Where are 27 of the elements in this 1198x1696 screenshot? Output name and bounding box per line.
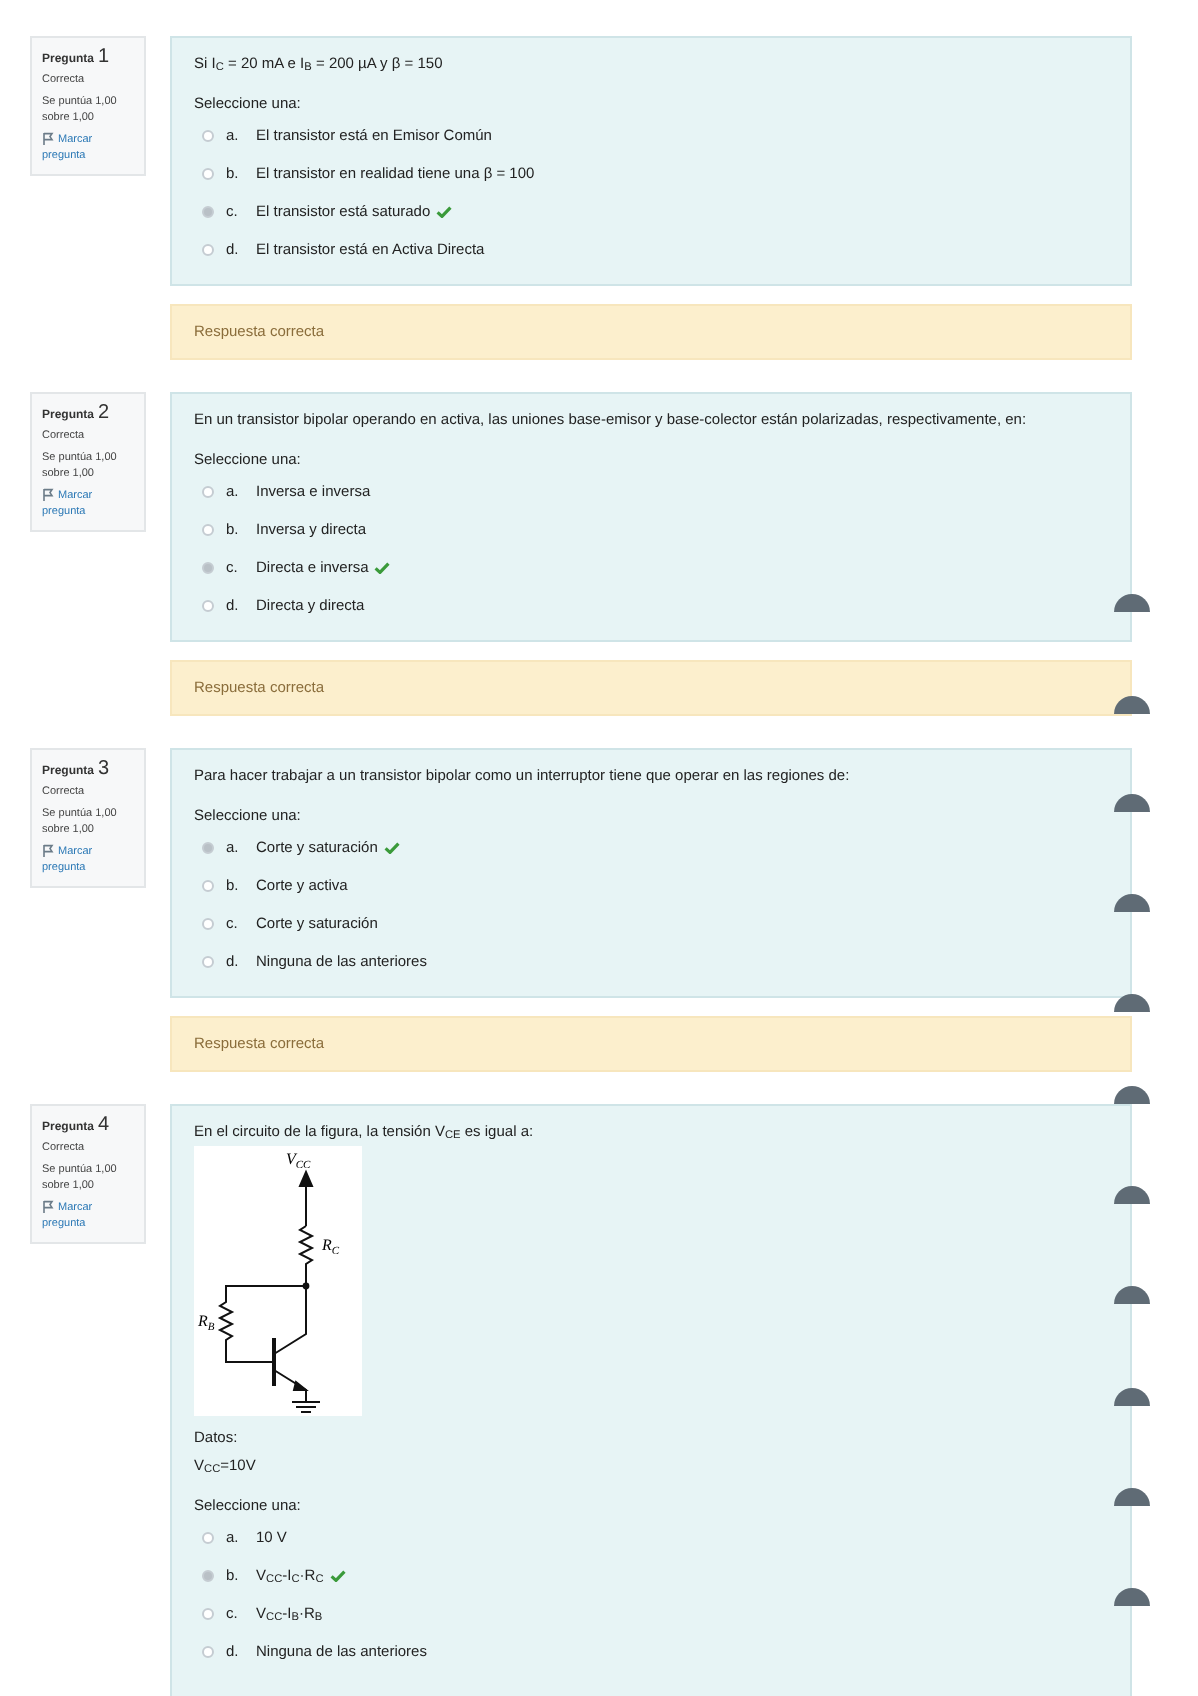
radio-button[interactable] [202,561,214,573]
radio-button[interactable] [202,955,214,967]
flag-icon [42,132,54,147]
circuit-label: R$_{C}$ [322,1236,340,1258]
question-number: 2 [98,404,110,424]
circuit-label: R$_{B}$ [198,1312,215,1334]
radio-button[interactable] [202,841,214,853]
radio-button[interactable] [202,205,214,217]
radio-button[interactable] [202,129,214,141]
radio-button[interactable] [202,917,214,929]
radio-button[interactable] [202,879,214,891]
circuit-label: V$_{CC}$ [286,1150,311,1172]
flag-icon [42,844,54,859]
radio-button[interactable] [202,243,214,255]
radio-button[interactable] [202,1569,214,1581]
flag-icon [42,488,54,503]
radio-button[interactable] [202,523,214,535]
flag-icon [42,1200,54,1215]
radio-button[interactable] [202,599,214,611]
question-number: 3 [98,760,110,780]
radio-button[interactable] [202,485,214,497]
question-number: 4 [98,1116,110,1136]
question-number: 1 [98,48,110,68]
radio-button[interactable] [202,1607,214,1619]
radio-button[interactable] [202,1531,214,1543]
radio-button[interactable] [202,167,214,179]
radio-button[interactable] [202,1645,214,1657]
